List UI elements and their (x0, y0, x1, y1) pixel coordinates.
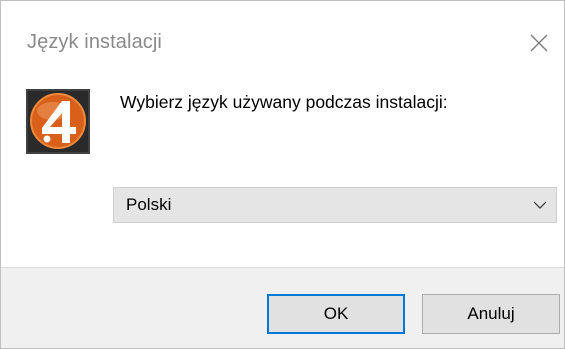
app-logo-icon (26, 89, 90, 154)
dialog-content: Wybierz język używany podczas instalacji… (1, 89, 564, 267)
window-title: Język instalacji (27, 31, 162, 53)
button-bar: OK Anuluj (1, 267, 564, 348)
language-select[interactable]: Polski (113, 187, 557, 223)
title-bar: Język instalacji (1, 1, 564, 89)
close-button[interactable] (514, 21, 564, 65)
ok-button[interactable]: OK (267, 294, 405, 334)
chevron-down-icon (524, 188, 556, 222)
close-icon (530, 34, 548, 52)
cancel-button[interactable]: Anuluj (422, 294, 560, 334)
installer-language-dialog: Język instalacji Wybierz język używany p… (0, 0, 565, 349)
language-prompt: Wybierz język używany podczas instalacji… (120, 92, 448, 112)
language-select-value: Polski (126, 195, 172, 214)
